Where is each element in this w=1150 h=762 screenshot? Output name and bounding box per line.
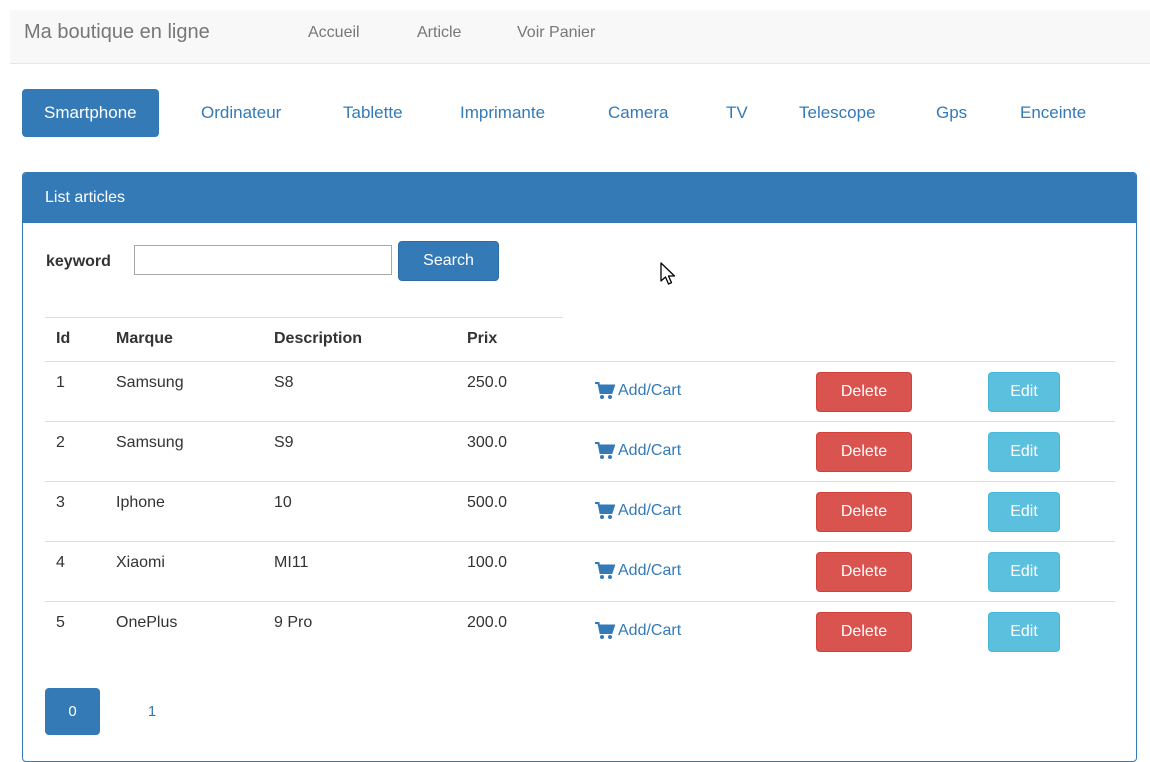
header-prix: Prix	[467, 330, 498, 347]
nav-link-article[interactable]: Article	[417, 24, 461, 42]
cell-id: 2	[56, 434, 65, 451]
panel-title: List articles	[23, 173, 1136, 223]
table-row: 1 Samsung S8 250.0 Add/Cart Delete Edit	[45, 361, 1115, 421]
nav-link-accueil[interactable]: Accueil	[308, 24, 360, 42]
page-item-0[interactable]: 0	[45, 688, 100, 735]
keyword-input[interactable]	[134, 245, 392, 275]
delete-button[interactable]: Delete	[816, 552, 912, 592]
cell-marque: Samsung	[116, 374, 184, 391]
edit-button[interactable]: Edit	[988, 372, 1060, 412]
table-row: 5 OnePlus 9 Pro 200.0 Add/Cart Delete Ed…	[45, 601, 1115, 661]
cell-prix: 250.0	[467, 374, 508, 391]
header-marque: Marque	[116, 330, 173, 347]
tab-smartphone[interactable]: Smartphone	[22, 89, 159, 137]
search-button[interactable]: Search	[398, 241, 499, 281]
add-cart-label: Add/Cart	[618, 562, 682, 579]
cell-prix: 500.0	[467, 494, 508, 511]
cell-description: 10	[274, 494, 292, 511]
edit-button[interactable]: Edit	[988, 432, 1060, 472]
top-navbar: Ma boutique en ligne Accueil Article Voi…	[10, 10, 1150, 64]
keyword-label: keyword	[46, 253, 111, 270]
edit-button[interactable]: Edit	[988, 612, 1060, 652]
cell-marque: Xiaomi	[116, 554, 165, 571]
cell-id: 5	[56, 614, 65, 631]
delete-button[interactable]: Delete	[816, 432, 912, 472]
cell-description: 9 Pro	[274, 614, 313, 631]
table-header-border	[45, 317, 563, 318]
table-row: 2 Samsung S9 300.0 Add/Cart Delete Edit	[45, 421, 1115, 481]
tab-telescope[interactable]: Telescope	[799, 89, 876, 137]
table-row: 3 Iphone 10 500.0 Add/Cart Delete Edit	[45, 481, 1115, 541]
cell-marque: Samsung	[116, 434, 184, 451]
add-cart-label: Add/Cart	[618, 382, 682, 399]
tab-tablette[interactable]: Tablette	[343, 89, 403, 137]
tab-ordinateur[interactable]: Ordinateur	[201, 89, 281, 137]
cell-marque: OnePlus	[116, 614, 178, 631]
brand-link[interactable]: Ma boutique en ligne	[24, 21, 210, 44]
cell-prix: 200.0	[467, 614, 508, 631]
add-cart-label: Add/Cart	[618, 442, 682, 459]
edit-button[interactable]: Edit	[988, 552, 1060, 592]
cell-id: 4	[56, 554, 65, 571]
cell-description: S8	[274, 374, 294, 391]
tab-tv[interactable]: TV	[726, 89, 748, 137]
tab-gps[interactable]: Gps	[936, 89, 967, 137]
cell-marque: Iphone	[116, 494, 165, 511]
delete-button[interactable]: Delete	[816, 372, 912, 412]
add-cart-label: Add/Cart	[618, 622, 682, 639]
cell-description: MI11	[274, 554, 309, 571]
tab-camera[interactable]: Camera	[608, 89, 668, 137]
header-id: Id	[56, 330, 71, 347]
cell-id: 1	[56, 374, 65, 391]
add-cart-link[interactable]: Add/Cart	[595, 442, 681, 460]
cell-prix: 100.0	[467, 554, 508, 571]
articles-panel: List articles keyword Search Id Marque D…	[22, 172, 1137, 762]
add-cart-label: Add/Cart	[618, 502, 682, 519]
delete-button[interactable]: Delete	[816, 492, 912, 532]
cell-prix: 300.0	[467, 434, 508, 451]
add-cart-link[interactable]: Add/Cart	[595, 562, 681, 580]
tab-enceinte[interactable]: Enceinte	[1020, 89, 1086, 137]
header-description: Description	[274, 330, 363, 347]
add-cart-link[interactable]: Add/Cart	[595, 502, 681, 520]
shopping-cart-icon	[595, 622, 615, 639]
delete-button[interactable]: Delete	[816, 612, 912, 652]
cell-id: 3	[56, 494, 65, 511]
shopping-cart-icon	[595, 442, 615, 459]
add-cart-link[interactable]: Add/Cart	[595, 622, 681, 640]
shopping-cart-icon	[595, 562, 615, 579]
table-row: 4 Xiaomi MI11 100.0 Add/Cart Delete Edit	[45, 541, 1115, 601]
mouse-pointer-icon	[659, 262, 679, 291]
tab-imprimante[interactable]: Imprimante	[460, 89, 545, 137]
add-cart-link[interactable]: Add/Cart	[595, 382, 681, 400]
nav-link-voir-panier[interactable]: Voir Panier	[517, 24, 595, 42]
cell-description: S9	[274, 434, 294, 451]
edit-button[interactable]: Edit	[988, 492, 1060, 532]
shopping-cart-icon	[595, 382, 615, 399]
shopping-cart-icon	[595, 502, 615, 519]
page-item-1[interactable]: 1	[141, 688, 163, 735]
